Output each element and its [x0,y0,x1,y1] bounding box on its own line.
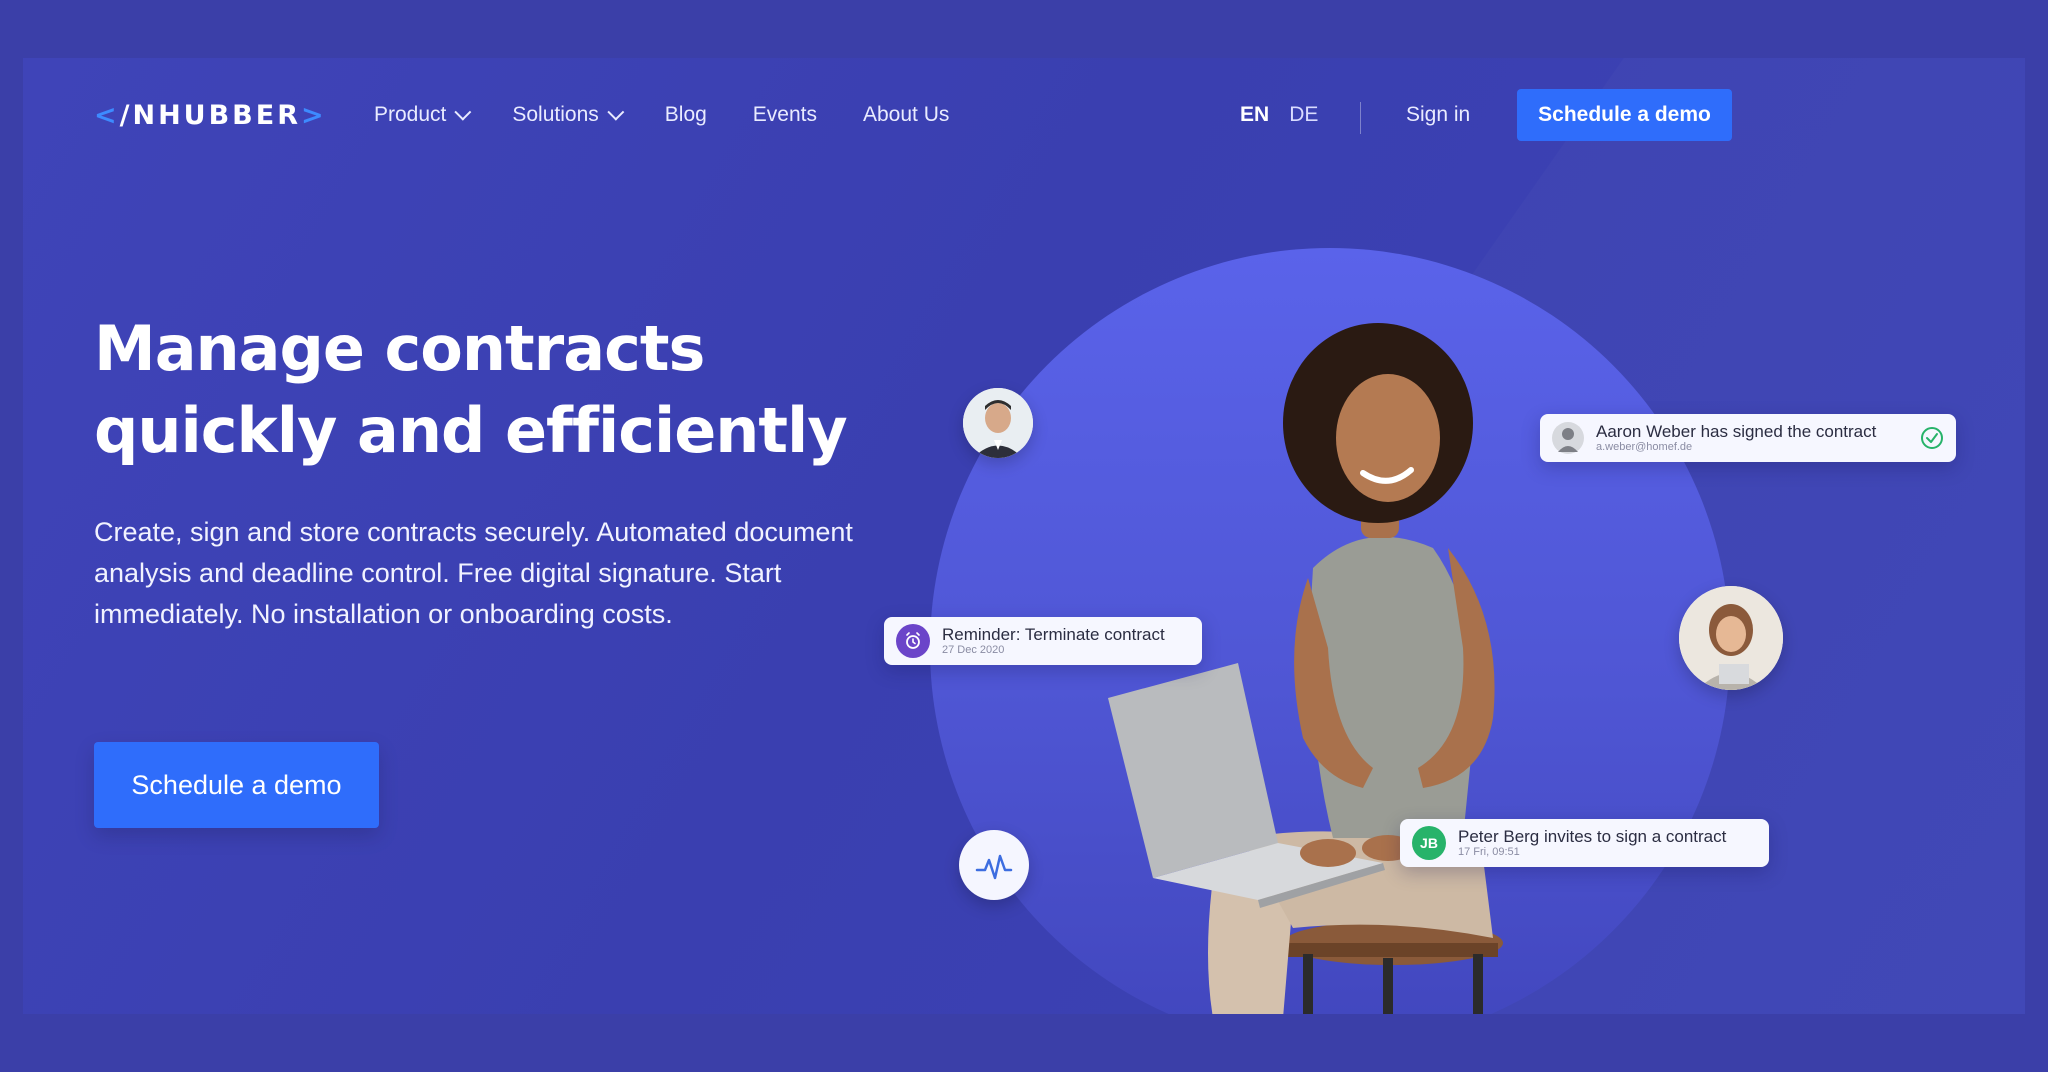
header-divider [1360,102,1361,134]
notification-card-signed: Aaron Weber has signed the contract a.we… [1540,414,1956,462]
signature-pulse-icon [975,854,1013,880]
woman-with-laptop-illustration [1108,323,1503,1014]
avatar [1552,422,1584,454]
person-icon [1558,428,1578,452]
signature-pulse-badge [959,830,1029,900]
lang-en[interactable]: EN [1240,103,1269,127]
card-reminder-title: Reminder: Terminate contract [942,624,1165,644]
nav-blog[interactable]: Blog [665,103,707,127]
card-invite-title: Peter Berg invites to sign a contract [1458,826,1727,846]
nav-product[interactable]: Product [374,103,472,127]
card-invite-time: 17 Fri, 09:51 [1458,846,1520,859]
lang-de[interactable]: DE [1289,103,1318,127]
notification-card-invite: JB Peter Berg invites to sign a contract… [1400,819,1769,867]
language-switcher: EN DE [1240,103,1318,127]
person-icon [963,388,1033,458]
logo-text: /NHUBBER [119,100,301,131]
hero-title-line-2: quickly and efficiently [94,394,848,467]
logo-bracket-left: < [94,100,120,131]
card-signed-title: Aaron Weber has signed the contract [1596,421,1877,441]
person-icon [1679,586,1783,690]
logo-bracket-right: > [301,100,327,131]
nav-solutions[interactable]: Solutions [512,103,625,127]
nav-events[interactable]: Events [753,103,817,127]
chevron-down-icon [454,103,472,121]
card-signed-email: a.weber@homef.de [1596,441,1693,454]
hero-subtitle: Create, sign and store contracts securel… [94,517,853,629]
hero-title-line-1: Manage contracts [94,312,705,385]
notification-card-reminder: Reminder: Terminate contract 27 Dec 2020 [884,617,1202,665]
schedule-demo-hero-button[interactable]: Schedule a demo [94,742,379,828]
sign-in-link[interactable]: Sign in [1406,103,1470,127]
avatar-woman-photo [1679,586,1783,690]
avatar-man-photo [963,388,1033,458]
alarm-clock-icon [896,624,930,658]
hero-section: </NHUBBER> Product Solutions Blog Events… [23,58,2025,1014]
initials-badge: JB [1412,826,1446,860]
check-circle-icon [1921,427,1943,449]
nav-product-label: Product [374,103,447,126]
schedule-demo-header-button[interactable]: Schedule a demo [1517,89,1732,141]
main-nav: Product Solutions Blog Events About Us [374,103,949,127]
card-reminder-date: 27 Dec 2020 [942,644,1005,657]
logo[interactable]: </NHUBBER> [94,100,327,131]
nav-solutions-label: Solutions [512,103,599,126]
alarm-clock-glyph [906,632,920,649]
chevron-down-icon [607,103,625,121]
nav-about-us[interactable]: About Us [863,103,949,127]
hero-title: Manage contracts quickly and efficiently [94,308,854,472]
